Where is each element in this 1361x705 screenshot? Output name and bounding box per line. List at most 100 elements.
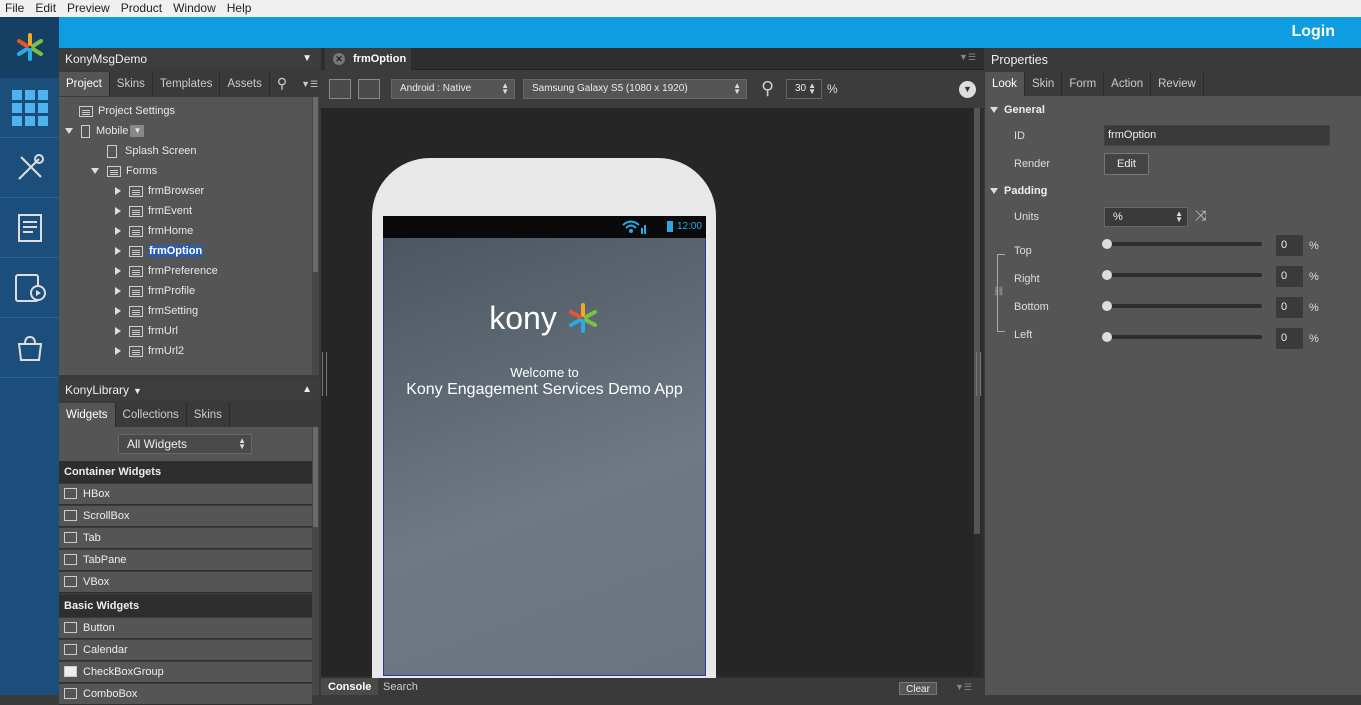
tree-mobile[interactable]: Mobile ▼ xyxy=(65,121,145,141)
platform-select[interactable]: Android : Native ▲ ▼ xyxy=(391,79,515,99)
padding-bottom-slider[interactable] xyxy=(1102,301,1262,311)
pin-icon[interactable]: ▲ xyxy=(302,379,312,401)
scroll-thumb[interactable] xyxy=(313,427,318,527)
edit-button[interactable]: Edit xyxy=(1104,153,1149,175)
scroll-thumb[interactable] xyxy=(974,108,980,534)
slider-knob[interactable] xyxy=(1102,301,1112,311)
tab-assets[interactable]: Assets xyxy=(220,72,270,96)
expand-icon[interactable] xyxy=(115,247,121,256)
zoom-input[interactable]: 30 ▲ ▼ xyxy=(786,79,822,99)
shuffle-icon[interactable]: ⤨ xyxy=(1195,207,1206,224)
expand-icon[interactable] xyxy=(115,327,121,336)
widget-scrollbox[interactable]: ScrollBox xyxy=(59,506,312,527)
widget-button[interactable]: Button xyxy=(59,618,312,639)
tree-form-item[interactable]: frmBrowser xyxy=(115,181,204,201)
tree-form-item[interactable]: frmEvent xyxy=(115,201,192,221)
menu-edit[interactable]: Edit xyxy=(30,0,62,16)
notes-icon[interactable] xyxy=(0,198,59,258)
padding-top-input[interactable]: 0 xyxy=(1276,235,1303,256)
tree-form-item[interactable]: frmUrl2 xyxy=(115,341,184,361)
panel-menu-icon[interactable]: ▼☰ xyxy=(959,52,976,63)
tree-project-settings[interactable]: Project Settings xyxy=(79,101,175,121)
tree-form-item[interactable]: frmSetting xyxy=(115,301,198,321)
collapse-icon[interactable] xyxy=(990,188,998,195)
slider-knob[interactable] xyxy=(1102,270,1112,280)
tree-form-item[interactable]: frmUrl xyxy=(115,321,178,341)
clear-button[interactable]: Clear xyxy=(899,682,937,695)
widget-filter-select[interactable]: All Widgets ▲ ▼ xyxy=(118,434,252,454)
library-name[interactable]: KonyLibrary xyxy=(65,383,129,397)
library-scrollbar[interactable] xyxy=(312,427,319,695)
kony-logo-icon[interactable] xyxy=(0,17,59,78)
expand-icon[interactable] xyxy=(115,207,121,216)
widget-tabpane[interactable]: TabPane xyxy=(59,550,312,571)
padding-bottom-input[interactable]: 0 xyxy=(1276,297,1303,318)
padding-top-slider[interactable] xyxy=(1102,239,1262,249)
search-icon[interactable]: ⚲ xyxy=(270,72,294,96)
device-select[interactable]: Samsung Galaxy S5 (1080 x 1920) ▲ ▼ xyxy=(523,79,747,99)
tree-scrollbar[interactable] xyxy=(312,97,319,375)
tree-form-item-selected[interactable]: frmOption xyxy=(115,241,204,261)
tab-console[interactable]: Console xyxy=(321,678,379,695)
tab-search[interactable]: Search xyxy=(376,678,425,695)
padding-left-input[interactable]: 0 xyxy=(1276,328,1303,349)
padding-right-slider[interactable] xyxy=(1102,270,1262,280)
splitter-grip[interactable] xyxy=(976,352,981,396)
expand-toolbar-icon[interactable]: ▼ xyxy=(959,81,976,98)
collapse-icon[interactable] xyxy=(990,107,998,114)
store-bag-icon[interactable] xyxy=(0,318,59,378)
device-icon[interactable] xyxy=(358,79,380,99)
scroll-thumb[interactable] xyxy=(313,97,318,272)
widget-tab[interactable]: Tab xyxy=(59,528,312,549)
menu-file[interactable]: File xyxy=(0,0,30,16)
panel-menu-icon[interactable]: ▼☰ xyxy=(955,682,972,693)
padding-section[interactable]: Padding xyxy=(990,185,1047,197)
tools-icon[interactable] xyxy=(0,138,59,198)
tree-splash-screen[interactable]: Splash Screen xyxy=(107,141,197,161)
widget-hbox[interactable]: HBox xyxy=(59,484,312,505)
tree-forms[interactable]: Forms xyxy=(91,161,157,181)
tab-action[interactable]: Action xyxy=(1104,72,1152,96)
dropdown-icon[interactable]: ▼ xyxy=(130,125,145,138)
preview-icon[interactable] xyxy=(0,258,59,318)
login-button[interactable]: Login xyxy=(1291,23,1335,41)
menu-help[interactable]: Help xyxy=(222,0,258,16)
expand-icon[interactable] xyxy=(115,267,121,276)
menu-product[interactable]: Product xyxy=(116,0,168,16)
widget-vbox[interactable]: VBox xyxy=(59,572,312,593)
tab-frmOption[interactable]: ✕ frmOption xyxy=(325,48,411,70)
menu-window[interactable]: Window xyxy=(168,0,222,16)
chevron-down-icon[interactable]: ▼ xyxy=(133,386,142,396)
tab-review[interactable]: Review xyxy=(1151,72,1204,96)
tab-project[interactable]: Project xyxy=(59,72,110,96)
expand-icon[interactable] xyxy=(115,287,121,296)
expand-icon[interactable] xyxy=(115,347,121,356)
widget-checkboxgroup[interactable]: CheckBoxGroup xyxy=(59,662,312,683)
tree-form-item[interactable]: frmHome xyxy=(115,221,193,241)
pin-icon[interactable]: ▼ xyxy=(302,48,312,70)
units-select[interactable]: % ▲ ▼ xyxy=(1104,207,1188,227)
phone-screen[interactable] xyxy=(383,216,706,676)
expand-icon[interactable] xyxy=(115,187,121,196)
apps-grid-icon[interactable] xyxy=(0,78,59,138)
tab-skins-library[interactable]: Skins xyxy=(187,403,230,427)
link-icon[interactable]: ⛓ xyxy=(993,286,1004,297)
tab-skins[interactable]: Skins xyxy=(110,72,153,96)
tree-form-item[interactable]: frmProfile xyxy=(115,281,195,301)
tree-form-item[interactable]: frmPreference xyxy=(115,261,218,281)
general-section[interactable]: General xyxy=(990,104,1045,116)
slider-knob[interactable] xyxy=(1102,239,1112,249)
splitter-grip[interactable] xyxy=(322,352,327,396)
tab-look[interactable]: Look xyxy=(985,72,1025,96)
expand-icon[interactable] xyxy=(115,307,121,316)
menu-preview[interactable]: Preview xyxy=(62,0,116,16)
tab-skin[interactable]: Skin xyxy=(1025,72,1063,96)
tab-collections[interactable]: Collections xyxy=(116,403,187,427)
tab-templates[interactable]: Templates xyxy=(153,72,221,96)
slider-knob[interactable] xyxy=(1102,332,1112,342)
close-icon[interactable]: ✕ xyxy=(333,53,345,65)
collapse-icon[interactable] xyxy=(65,128,73,135)
tab-form[interactable]: Form xyxy=(1062,72,1105,96)
widget-calendar[interactable]: Calendar xyxy=(59,640,312,661)
zoom-icon[interactable]: ⚲ xyxy=(761,78,774,99)
